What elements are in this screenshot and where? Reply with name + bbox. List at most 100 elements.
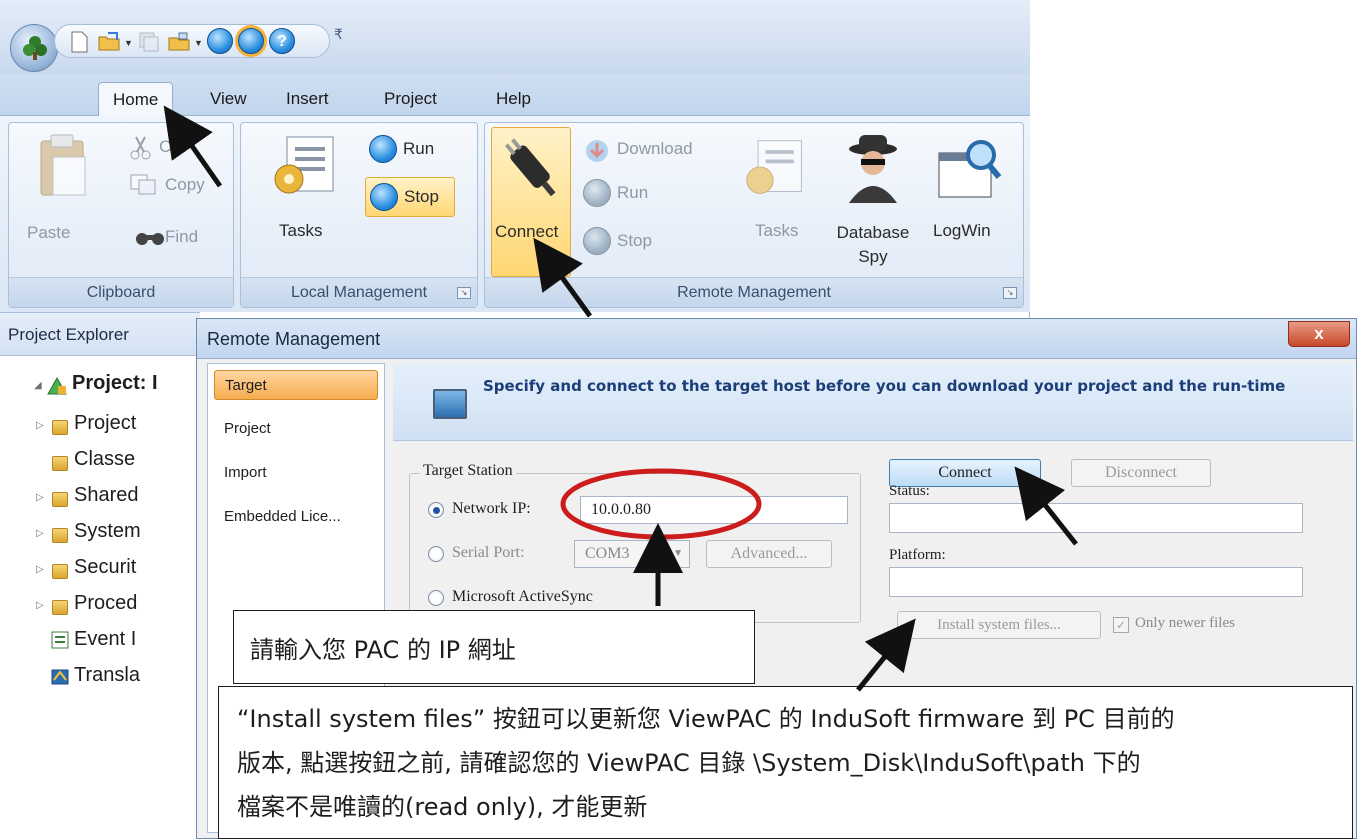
new-file-icon[interactable] xyxy=(67,30,91,54)
tab-project[interactable]: Project xyxy=(370,82,451,116)
activesync-radio[interactable] xyxy=(428,590,444,606)
close-button[interactable]: x xyxy=(1288,321,1350,347)
tab-view[interactable]: View xyxy=(196,82,261,116)
install-system-files-button[interactable]: Install system files... xyxy=(897,611,1101,639)
chevron-down-icon: ▼ xyxy=(673,548,683,559)
remote-run-button[interactable]: Run xyxy=(617,183,648,203)
network-ip-input[interactable]: 10.0.0.80 xyxy=(580,496,848,524)
nav-import[interactable]: Import xyxy=(214,458,378,488)
network-ip-radio[interactable] xyxy=(428,502,444,518)
expand-icon[interactable]: ▷ xyxy=(36,564,44,575)
stop-icon[interactable] xyxy=(238,28,264,54)
binoculars-icon xyxy=(136,233,164,245)
expand-icon[interactable]: ▷ xyxy=(36,528,44,539)
serial-port-select[interactable]: COM3 ▼ xyxy=(574,540,690,568)
expand-icon[interactable]: ▷ xyxy=(36,420,44,431)
folder-icon xyxy=(52,564,68,579)
local-stop-button[interactable]: Stop xyxy=(365,177,455,217)
status-field xyxy=(889,503,1303,533)
local-management-launcher-icon[interactable]: ↘ xyxy=(457,287,471,299)
download-button[interactable]: Download xyxy=(617,139,693,159)
remote-management-launcher-icon[interactable]: ↘ xyxy=(1003,287,1017,299)
collapse-icon[interactable]: ◢ xyxy=(34,380,42,391)
remote-tasks-icon xyxy=(746,140,802,194)
customize-toolbar-icon[interactable]: ₹ xyxy=(334,26,343,43)
folder-icon xyxy=(52,420,68,435)
tree-item-project[interactable]: Project xyxy=(74,412,136,435)
tree-item-system[interactable]: System xyxy=(74,520,141,543)
paste-button[interactable]: Paste xyxy=(27,223,70,243)
plug-icon xyxy=(504,138,556,197)
spy-icon xyxy=(849,135,897,203)
nav-project[interactable]: Project xyxy=(214,414,378,444)
project-icon xyxy=(47,376,67,395)
screen-folder-icon[interactable] xyxy=(167,30,191,54)
tree-root-project[interactable]: Project: I xyxy=(72,372,158,395)
target-station-group: Target Station Network IP: 10.0.0.80 Ser… xyxy=(409,462,861,623)
open-dropdown-icon[interactable]: ▼ xyxy=(124,38,133,48)
paste-icon[interactable] xyxy=(37,133,87,197)
local-stop-icon xyxy=(370,183,398,211)
tab-insert[interactable]: Insert xyxy=(272,82,343,116)
only-newer-files-checkbox[interactable]: ✓ xyxy=(1113,617,1129,633)
serial-port-label: Serial Port: xyxy=(452,544,525,561)
logwin-button[interactable]: LogWin xyxy=(933,221,991,241)
clipboard-group: Paste Cut Copy Find Clipboard xyxy=(8,122,234,308)
local-tasks-button[interactable]: Tasks xyxy=(279,221,322,241)
remote-tasks-button[interactable]: Tasks xyxy=(755,221,798,241)
disconnect-button[interactable]: Disconnect xyxy=(1071,459,1211,487)
cut-button[interactable]: Cut xyxy=(159,137,185,157)
install-files-callout: “Install system files” 按鈕可以更新您 ViewPAC 的… xyxy=(218,686,1353,839)
local-management-label: Local Management xyxy=(290,284,428,301)
install-callout-line: 版本, 點選按鈕之前, 請確認您的 ViewPAC 目錄 \System_Dis… xyxy=(237,749,1141,777)
title-bar: ▼ ▼ ? ₹ xyxy=(0,0,1030,74)
remote-run-icon xyxy=(583,179,611,207)
remote-connect-button[interactable]: Connect xyxy=(491,127,571,277)
save-all-icon[interactable] xyxy=(137,30,161,54)
remote-management-group: Connect Download Run Stop Tasks Database… xyxy=(484,122,1024,308)
event-log-icon xyxy=(51,631,69,649)
tab-help[interactable]: Help xyxy=(482,82,545,116)
advanced-button[interactable]: Advanced... xyxy=(706,540,832,568)
find-button[interactable]: Find xyxy=(165,227,198,247)
tree-item-procedures[interactable]: Proced xyxy=(74,592,137,615)
tree-item-classes[interactable]: Classe xyxy=(74,448,135,471)
copy-icon xyxy=(130,174,156,195)
install-callout-line: “Install system files” 按鈕可以更新您 ViewPAC 的… xyxy=(237,705,1175,733)
folder-icon xyxy=(52,492,68,507)
remote-stop-button[interactable]: Stop xyxy=(617,231,652,251)
activesync-label: Microsoft ActiveSync xyxy=(452,588,593,605)
tree-item-shared[interactable]: Shared xyxy=(74,484,139,507)
run-icon[interactable] xyxy=(207,28,233,54)
monitor-icon xyxy=(433,389,467,419)
remote-management-group-label: Remote Management ↘ xyxy=(485,277,1023,307)
local-run-button[interactable]: Run xyxy=(403,139,434,159)
expand-icon[interactable]: ▷ xyxy=(36,600,44,611)
screen-dropdown-icon[interactable]: ▼ xyxy=(194,38,203,48)
download-icon xyxy=(586,140,608,162)
remote-connect-label: Connect xyxy=(495,222,559,241)
nav-embedded-license[interactable]: Embedded Lice... xyxy=(214,502,378,532)
database-spy-button[interactable]: Database Spy xyxy=(833,221,913,269)
tree-item-security[interactable]: Securit xyxy=(74,556,136,579)
open-folder-icon[interactable] xyxy=(97,30,121,54)
local-management-group: Tasks Run Stop Local Management ↘ xyxy=(240,122,478,308)
folder-icon xyxy=(52,528,68,543)
tasks-icon[interactable] xyxy=(271,135,339,197)
tab-home[interactable]: Home xyxy=(98,82,174,116)
copy-button[interactable]: Copy xyxy=(165,175,205,195)
tree-item-translation[interactable]: Transla xyxy=(74,664,140,687)
expand-icon[interactable]: ▷ xyxy=(36,492,44,503)
install-callout-line: 檔案不是唯讀的(read only), 才能更新 xyxy=(237,793,648,821)
tree-logo-icon xyxy=(23,36,47,60)
project-explorer-title: Project Explorer xyxy=(8,325,129,344)
logwin-icon xyxy=(938,140,1002,198)
only-newer-files-label: Only newer files xyxy=(1135,615,1235,631)
ribbon-tabs: Home View Insert Project Help xyxy=(0,74,1030,116)
target-station-legend: Target Station xyxy=(420,462,516,480)
tree-item-event-logger[interactable]: Event I xyxy=(74,628,136,651)
nav-target[interactable]: Target xyxy=(214,370,378,400)
serial-port-radio[interactable] xyxy=(428,546,444,562)
application-menu-button[interactable] xyxy=(10,24,58,72)
help-icon[interactable]: ? xyxy=(269,28,295,54)
